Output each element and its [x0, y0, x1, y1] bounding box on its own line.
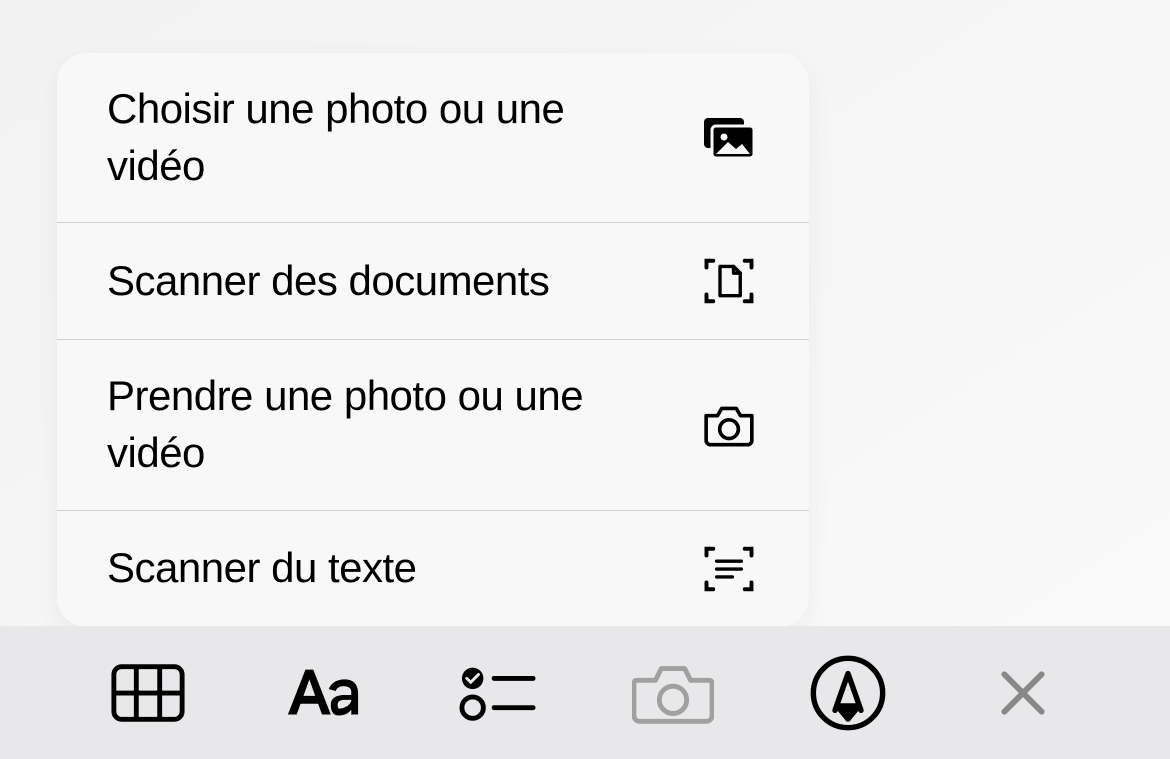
camera-icon [699, 395, 759, 455]
document-scan-icon [699, 251, 759, 311]
attachment-menu: Choisir une photo ou une vidéo Scanner d… [57, 53, 809, 627]
menu-item-choose-photo[interactable]: Choisir une photo ou une vidéo [57, 53, 809, 223]
text-scan-icon [699, 539, 759, 599]
formatting-toolbar [0, 626, 1170, 759]
menu-item-scan-text[interactable]: Scanner du texte [57, 511, 809, 627]
photo-gallery-icon [699, 108, 759, 168]
menu-item-take-photo[interactable]: Prendre une photo ou une vidéo [57, 340, 809, 510]
menu-item-scan-documents[interactable]: Scanner des documents [57, 223, 809, 340]
text-format-button[interactable] [278, 648, 368, 738]
menu-item-label: Scanner du texte [107, 540, 417, 597]
menu-item-label: Scanner des documents [107, 253, 549, 310]
checklist-button[interactable] [453, 648, 543, 738]
camera-button[interactable] [628, 648, 718, 738]
markup-button[interactable] [803, 648, 893, 738]
menu-item-label: Prendre une photo ou une vidéo [107, 368, 587, 481]
close-button[interactable] [978, 648, 1068, 738]
menu-item-label: Choisir une photo ou une vidéo [107, 81, 587, 194]
table-button[interactable] [103, 648, 193, 738]
